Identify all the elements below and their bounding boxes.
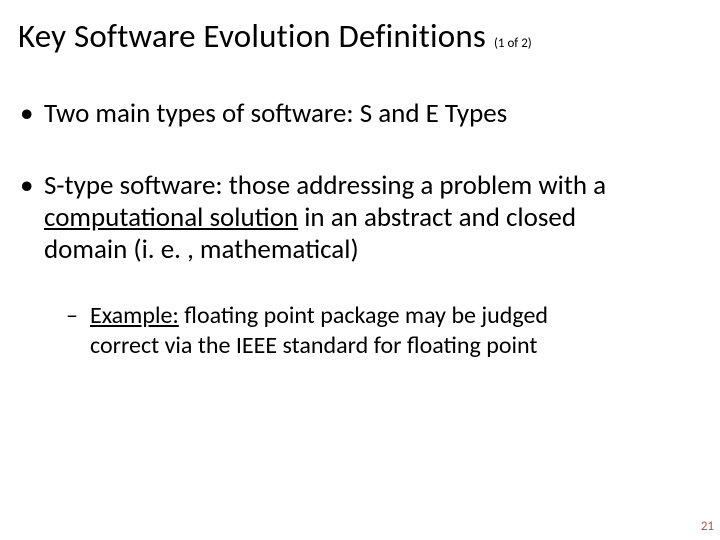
list-item: Example: floating point package may be j… bbox=[90, 301, 642, 360]
title-row: Key Software Evolution Definitions (1 of… bbox=[18, 16, 702, 56]
pager: (1 of 2) bbox=[494, 36, 532, 51]
slide: Key Software Evolution Definitions (1 of… bbox=[0, 0, 720, 540]
sub-list: Example: floating point package may be j… bbox=[44, 301, 642, 360]
bullet-text-underline: computational solution bbox=[44, 201, 298, 234]
bullet-text-pre: S-type software: those addressing a prob… bbox=[44, 169, 606, 202]
page-number: 21 bbox=[701, 519, 714, 534]
list-item: Two main types of software: S and E Type… bbox=[44, 98, 702, 130]
bullet-text: Two main types of software: S and E Type… bbox=[44, 97, 507, 130]
list-item: S-type software: those addressing a prob… bbox=[44, 170, 702, 360]
example-label: Example: bbox=[90, 301, 179, 330]
slide-title: Key Software Evolution Definitions bbox=[18, 16, 486, 56]
bullet-list: Two main types of software: S and E Type… bbox=[18, 98, 702, 360]
